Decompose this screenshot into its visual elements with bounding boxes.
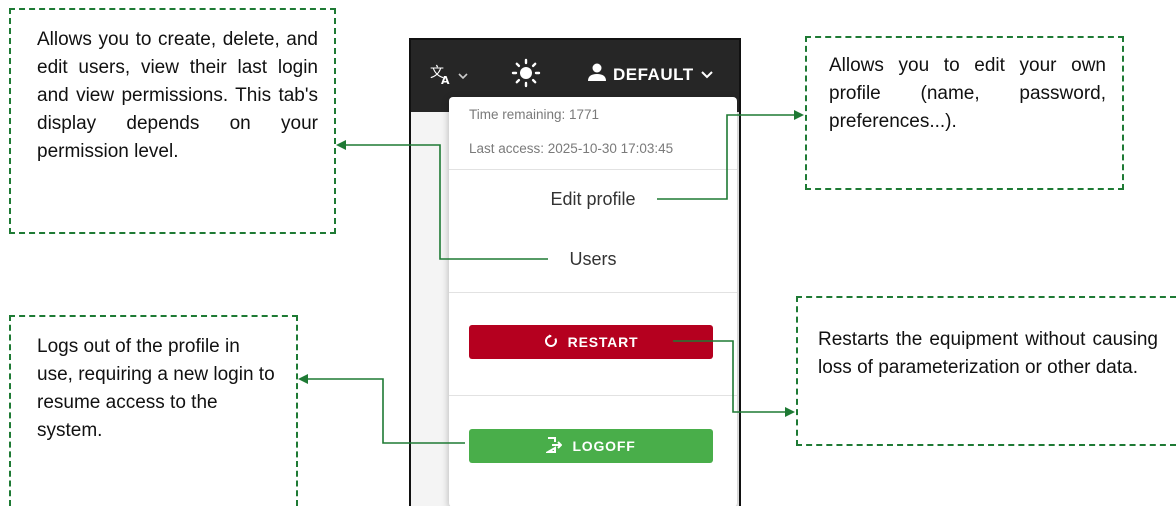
user-name: DEFAULT (613, 64, 694, 84)
restart-callout: Restarts the equipment without causing l… (796, 296, 1176, 446)
svg-text:A: A (441, 74, 450, 86)
language-selector[interactable]: 文 A (429, 62, 469, 91)
app-screenshot: 文 A DEFAULT Time remaining: 1771 Last ac… (409, 38, 741, 506)
translate-icon: 文 A (429, 62, 455, 91)
time-remaining: Time remaining: 1771 (469, 107, 600, 122)
divider (449, 169, 737, 170)
restart-label: RESTART (567, 334, 639, 350)
restart-callout-text: Restarts the equipment without causing l… (818, 329, 1158, 378)
logoff-callout-text: Logs out of the profile in use, requirin… (37, 336, 275, 441)
chevron-down-icon (700, 65, 714, 85)
users-item[interactable]: Users (449, 249, 737, 270)
profile-callout: Allows you to edit your own profile (nam… (805, 36, 1124, 190)
users-callout: Allows you to create, delete, and edit u… (9, 8, 336, 234)
divider (449, 292, 737, 293)
logoff-button[interactable]: LOGOFF (469, 429, 713, 463)
logoff-label: LOGOFF (572, 438, 636, 454)
restart-button[interactable]: RESTART (469, 325, 713, 359)
last-access: Last access: 2025-10-30 17:03:45 (469, 141, 674, 156)
logoff-callout: Logs out of the profile in use, requirin… (9, 315, 298, 506)
theme-toggle[interactable] (511, 58, 541, 93)
person-icon (587, 62, 607, 87)
user-dropdown-menu: Time remaining: 1771 Last access: 2025-1… (449, 97, 737, 506)
profile-callout-text: Allows you to edit your own profile (nam… (829, 55, 1106, 132)
chevron-down-icon (457, 68, 469, 86)
edit-profile-item[interactable]: Edit profile (449, 189, 737, 210)
sun-icon (511, 58, 541, 93)
users-callout-text: Allows you to create, delete, and edit u… (37, 29, 318, 162)
user-menu-button[interactable]: DEFAULT (587, 62, 714, 87)
logout-icon (544, 436, 572, 456)
divider (449, 395, 737, 396)
restart-icon (544, 334, 568, 351)
